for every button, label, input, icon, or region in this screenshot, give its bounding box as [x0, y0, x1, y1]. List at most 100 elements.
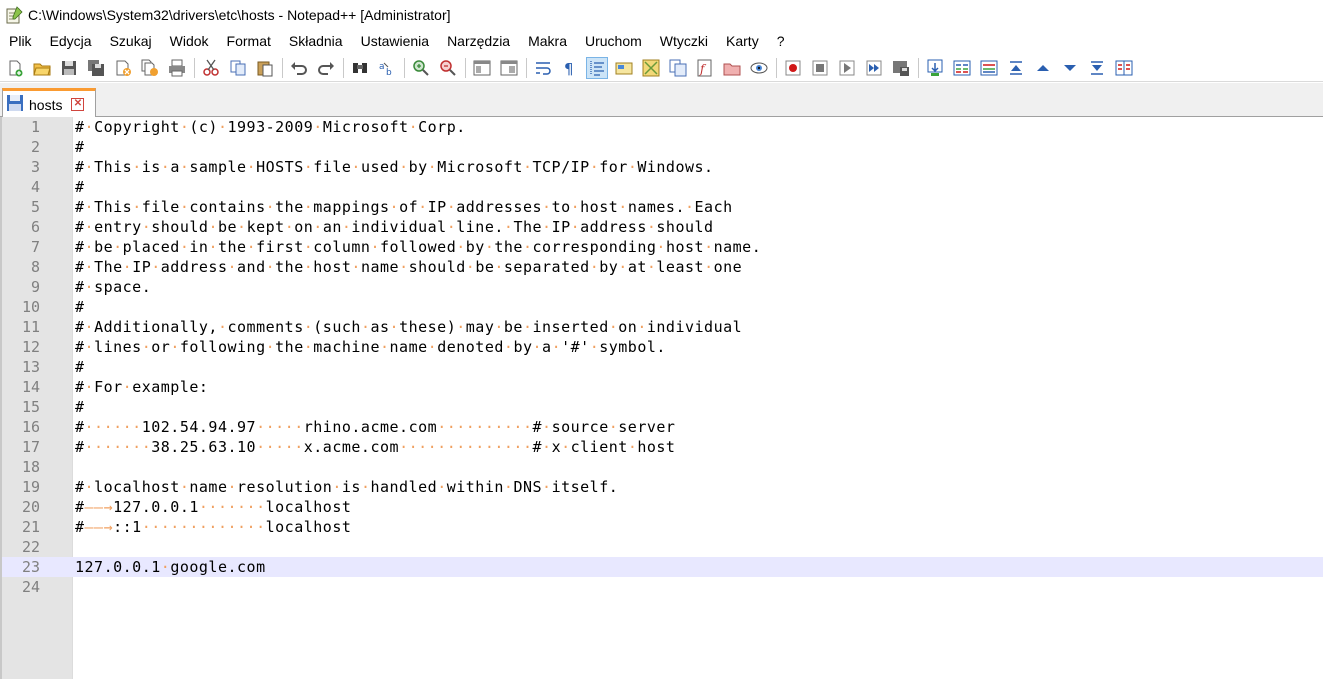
editor-line[interactable]: 6 #·entry·should·be·kept·on·an·individual… — [2, 217, 1323, 237]
indent-guide-icon[interactable] — [586, 56, 608, 79]
menu-skladnia[interactable]: Składnia — [280, 30, 352, 53]
save-icon[interactable] — [58, 57, 80, 79]
save-macro-icon[interactable] — [890, 57, 912, 79]
text-segment: names. — [627, 198, 685, 216]
menu-widok[interactable]: Widok — [161, 30, 218, 53]
tab-hosts[interactable]: hosts ✕ — [2, 88, 96, 118]
editor-line[interactable]: 9 #·space. — [2, 277, 1323, 297]
text-segment: The — [94, 258, 123, 276]
menu-ustawienia[interactable]: Ustawienia — [352, 30, 438, 53]
menu-makra[interactable]: Makra — [519, 30, 576, 53]
text-segment: should — [408, 258, 466, 276]
user-defined-lang-icon[interactable] — [613, 57, 635, 79]
text-segment: Copyright — [94, 118, 180, 136]
toolbar-separator — [404, 57, 405, 78]
monitoring-eye-icon[interactable] — [748, 57, 770, 79]
show-all-chars-icon[interactable]: ¶ — [559, 57, 581, 79]
editor-line[interactable]: 15 # — [2, 397, 1323, 417]
first-diff-icon[interactable] — [1005, 57, 1027, 79]
menu-plik[interactable]: Plik — [0, 30, 41, 53]
editor-line[interactable]: 11 #·Additionally,·comments·(such·as·thes… — [2, 317, 1323, 337]
menu-format[interactable]: Format — [218, 30, 280, 53]
doc-map-icon[interactable] — [640, 57, 662, 79]
undo-icon[interactable] — [288, 57, 310, 79]
editor-line[interactable]: 10 # — [2, 297, 1323, 317]
function-list-icon[interactable]: f — [694, 57, 716, 79]
editor-line[interactable]: 20 #——→127.0.0.1·······localhost — [2, 497, 1323, 517]
paste-icon[interactable] — [254, 57, 276, 79]
menu-narzedzia[interactable]: Narzędzia — [438, 30, 519, 53]
editor-line[interactable]: 23 127.0.0.1·google.com — [2, 557, 1323, 577]
editor-line[interactable]: 7 #·be·placed·in·the·first·column·followe… — [2, 237, 1323, 257]
text-segment: in — [189, 238, 209, 256]
zoom-in-icon[interactable] — [410, 57, 432, 79]
record-macro-icon[interactable] — [782, 57, 804, 79]
editor-line[interactable]: 24 — [2, 577, 1323, 597]
navigation-bar-icon[interactable] — [1113, 57, 1135, 79]
editor-line[interactable]: 19 #·localhost·name·resolution·is·handled… — [2, 477, 1323, 497]
compare-options-icon[interactable] — [978, 57, 1000, 79]
previous-diff-icon[interactable] — [1032, 57, 1054, 79]
run-macro-multiple-icon[interactable] — [863, 57, 885, 79]
print-icon[interactable] — [166, 57, 188, 79]
cut-icon[interactable] — [200, 57, 222, 79]
editor-line[interactable]: 8 #·The·IP·address·and·the·host·name·shou… — [2, 257, 1323, 277]
text-segment: host — [580, 198, 619, 216]
doc-list-icon[interactable] — [667, 57, 689, 79]
space-marker: · — [484, 238, 495, 256]
toolbar-separator — [526, 57, 527, 78]
editor-line[interactable]: 5 #·This·file·contains·the·mappings·of·IP… — [2, 197, 1323, 217]
sync-vertical-icon[interactable] — [471, 57, 493, 79]
text-segment: on — [618, 318, 638, 336]
space-marker: · — [380, 338, 390, 356]
editor-line[interactable]: 18 — [2, 457, 1323, 477]
sync-horizontal-icon[interactable] — [498, 57, 520, 79]
menu-szukaj[interactable]: Szukaj — [101, 30, 161, 53]
space-marker: · — [399, 258, 409, 276]
space-marker: · — [246, 238, 257, 256]
editor-line[interactable]: 3 #·This·is·a·sample·HOSTS·file·used·by·M… — [2, 157, 1323, 177]
new-file-icon[interactable] — [4, 57, 26, 79]
compare-icon[interactable] — [951, 57, 973, 79]
redo-icon[interactable] — [315, 57, 337, 79]
replace-icon[interactable]: ab — [376, 57, 398, 79]
text-segment: denoted — [437, 338, 504, 356]
editor-line[interactable]: 1 #·Copyright·(c)·1993-2009·Microsoft·Cor… — [2, 117, 1323, 137]
save-all-icon[interactable] — [85, 57, 107, 79]
text-editor[interactable]: 1 #·Copyright·(c)·1993-2009·Microsoft·Cor… — [0, 117, 1323, 679]
space-marker: · — [179, 238, 190, 256]
close-all-icon[interactable] — [139, 57, 161, 79]
next-diff-icon[interactable] — [1059, 57, 1081, 79]
editor-line[interactable]: 2 # — [2, 137, 1323, 157]
editor-line[interactable]: 13 # — [2, 357, 1323, 377]
play-macro-icon[interactable] — [836, 57, 858, 79]
editor-line[interactable]: 22 — [2, 537, 1323, 557]
menu-uruchom[interactable]: Uruchom — [576, 30, 651, 53]
word-wrap-icon[interactable] — [532, 57, 554, 79]
open-file-icon[interactable] — [31, 57, 53, 79]
last-diff-icon[interactable] — [1086, 57, 1108, 79]
toolbar-separator — [194, 57, 195, 78]
menu-karty[interactable]: Karty — [717, 30, 768, 53]
text-segment: localhost — [94, 478, 180, 496]
editor-line[interactable]: 14 #·For·example: — [2, 377, 1323, 397]
editor-line[interactable]: 17 #·······38.25.63.10·····x.acme.com····… — [2, 437, 1323, 457]
editor-line[interactable]: 4 # — [2, 177, 1323, 197]
find-icon[interactable] — [349, 57, 371, 79]
text-segment: ::1 — [113, 518, 142, 536]
zoom-out-icon[interactable] — [437, 57, 459, 79]
stop-macro-icon[interactable] — [809, 57, 831, 79]
menu-help[interactable]: ? — [768, 30, 794, 53]
menu-wtyczki[interactable]: Wtyczki — [651, 30, 717, 53]
copy-icon[interactable] — [227, 57, 249, 79]
folder-workspace-icon[interactable] — [721, 57, 743, 79]
close-file-icon[interactable] — [112, 57, 134, 79]
close-tab-icon[interactable]: ✕ — [71, 98, 85, 111]
menu-edycja[interactable]: Edycja — [41, 30, 101, 53]
space-marker: · — [532, 338, 543, 356]
editor-line[interactable]: 12 #·lines·or·following·the·machine·name·… — [2, 337, 1323, 357]
editor-line[interactable]: 16 #······102.54.94.97·····rhino.acme.com… — [2, 417, 1323, 437]
tab-marker: ——→ — [84, 518, 114, 536]
launch-icon[interactable] — [924, 57, 946, 79]
editor-line[interactable]: 21 #——→::1·············localhost — [2, 517, 1323, 537]
